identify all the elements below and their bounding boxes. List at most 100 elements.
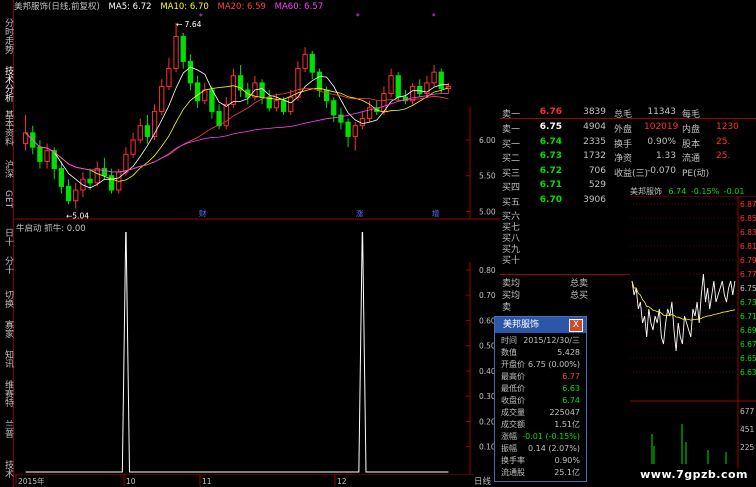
left-tab-7[interactable]: 切换 (0, 290, 13, 308)
quote-avg-row: 卖 (502, 300, 588, 313)
kline-ytick-label: 6.00 (479, 136, 496, 145)
stat-label-2: 内盘 (682, 125, 701, 135)
popup-value: 1.51亿 (554, 420, 580, 429)
quote-label: 卖一 (502, 125, 521, 135)
period-tab[interactable]: 日线 (474, 475, 491, 487)
stat-value-2: 1230 (716, 122, 739, 132)
left-tab-12[interactable]: 技术 (0, 460, 13, 478)
popup-row-0: 时间 2015/12/30/三 (495, 335, 584, 346)
candle-body (87, 178, 93, 184)
stat-value: 102019 (644, 122, 679, 132)
popup-value: 0.90% (554, 456, 580, 465)
indicator-line (25, 232, 449, 473)
popup-row-8: 涨幅 -0.01 (-0.15%) (495, 431, 584, 442)
left-tab-0[interactable]: 分时走势 (0, 18, 13, 54)
candle-body (316, 71, 323, 91)
quote-label: 买四 (502, 183, 521, 193)
indicator-chart[interactable]: 0.800.700.600.500.400.300.200.10 (14, 232, 500, 474)
candle-body (302, 53, 308, 70)
left-tab-11[interactable]: 兰普 (0, 420, 13, 438)
quote-row-3: 买三 6.72 706 (500, 166, 610, 180)
candle-body (37, 146, 43, 162)
left-tab-8[interactable]: 寡家 (0, 320, 13, 338)
quote-level-label: 买十 (502, 256, 521, 266)
event-flag: * (356, 12, 360, 21)
mini-vol-label: 225 (740, 443, 755, 452)
candle-body (359, 118, 366, 127)
stat-label: 收益(三) (614, 168, 649, 179)
mini-ylabel: 6.67 (740, 340, 756, 349)
mini-ylabel: 6.79 (740, 256, 756, 265)
mini-intraday-chart[interactable]: 6.87 6.85 6.83 6.81 6.79 6.77 6.75 6.73 6.71 6.69… (630, 196, 756, 468)
candle-body (352, 125, 358, 137)
popup-label: 最低价 (501, 384, 525, 393)
indicator-ytick-label: 0.80 (479, 266, 496, 275)
left-tab-10[interactable]: 维赛特 (0, 380, 13, 407)
kline-chart[interactable]: 6.00 5.50 5.00 ← 7.64 ←5.04 * * * 财 涨 增 (14, 11, 500, 221)
popup-row-4: 最低价 6.63 (495, 383, 584, 394)
stat-label-2: 每毛 (682, 110, 701, 120)
mini-price-line (631, 273, 736, 352)
candle-body (209, 89, 215, 112)
left-tab-9[interactable]: 知讯 (0, 350, 13, 368)
quote-label: 买三 (502, 168, 521, 179)
quote-price: 6.72 (539, 165, 562, 176)
mini-change: -0.15% (690, 187, 720, 196)
candle-body (166, 68, 172, 87)
quote-volume: 2335 (583, 136, 606, 147)
popup-value: 6.75 (0.00%) (527, 360, 580, 369)
candle-body (288, 96, 294, 112)
candle-body (101, 168, 108, 177)
left-tab-3[interactable]: 沪深 (0, 160, 13, 178)
left-tab-1[interactable]: 技术分析 (0, 66, 13, 102)
quote-row-2: 买二 6.73 1732 (500, 151, 610, 165)
popup-row-7: 成交额 1.51亿 (495, 419, 584, 430)
popup-label: 时间 (501, 336, 517, 345)
mini-ylabel: 6.71 (740, 312, 756, 321)
quote-label: 买五 (502, 197, 521, 208)
kline-marker-1: 涨 (356, 208, 364, 218)
left-tab-6[interactable]: 分十 (0, 256, 13, 274)
candle-body (194, 82, 201, 102)
stat-label-2: PE(动) (682, 168, 710, 179)
kline-ytick-label: 5.00 (479, 207, 496, 216)
candle-body (395, 75, 401, 98)
quote-price: 6.75 (539, 122, 562, 132)
candle-body (44, 150, 50, 162)
candle-body (230, 75, 237, 105)
stat-label-2: 流通 (682, 154, 701, 164)
candle-body (309, 53, 315, 73)
candle-body (388, 75, 394, 95)
popup-value: 225047 (549, 408, 580, 417)
popup-label: 振幅 (501, 444, 517, 453)
popup-value: -0.01 (-0.15%) (522, 432, 580, 441)
date-label-2: 11 (202, 477, 212, 486)
quote-volume: 1732 (583, 151, 606, 161)
left-tab-2[interactable]: 基本资料 (0, 110, 13, 146)
candle-body (180, 35, 186, 62)
stat-value: 1.33 (655, 151, 676, 161)
quote-price: 6.76 (539, 107, 562, 117)
kline-ytick-label: 5.50 (479, 172, 496, 181)
indicator-ytick-label: 0.70 (479, 291, 496, 300)
mini-delta: -0.01 (723, 187, 745, 196)
close-icon[interactable]: X (569, 319, 583, 332)
left-tab-5[interactable]: 日十 (0, 228, 13, 246)
candle-body (187, 60, 194, 84)
popup-title-bar: 美邦服饰 X (495, 317, 586, 333)
left-tab-4[interactable]: GET (0, 190, 13, 208)
candle-body (137, 125, 143, 141)
popup-value: 6.63 (562, 384, 580, 393)
kline-marker-0: 财 (199, 208, 207, 218)
popup-row-2: 开盘价 6.75 (0.00%) (495, 359, 584, 370)
data-popup: 美邦服饰 X 时间 2015/12/30/三 数值 5.428 开盘价 6.75 (0.0… (494, 316, 587, 482)
mini-stock-name: 美邦服饰 (630, 187, 662, 196)
popup-row-3: 最高价 6.77 (495, 371, 584, 382)
mini-ylabel: 6.63 (740, 368, 756, 377)
popup-label: 成交量 (501, 408, 525, 417)
candle-body (108, 175, 115, 191)
popup-value: 6.77 (562, 372, 580, 381)
candle-body (73, 189, 79, 202)
quote-volume: 3906 (583, 194, 606, 205)
candle-body (151, 110, 158, 137)
